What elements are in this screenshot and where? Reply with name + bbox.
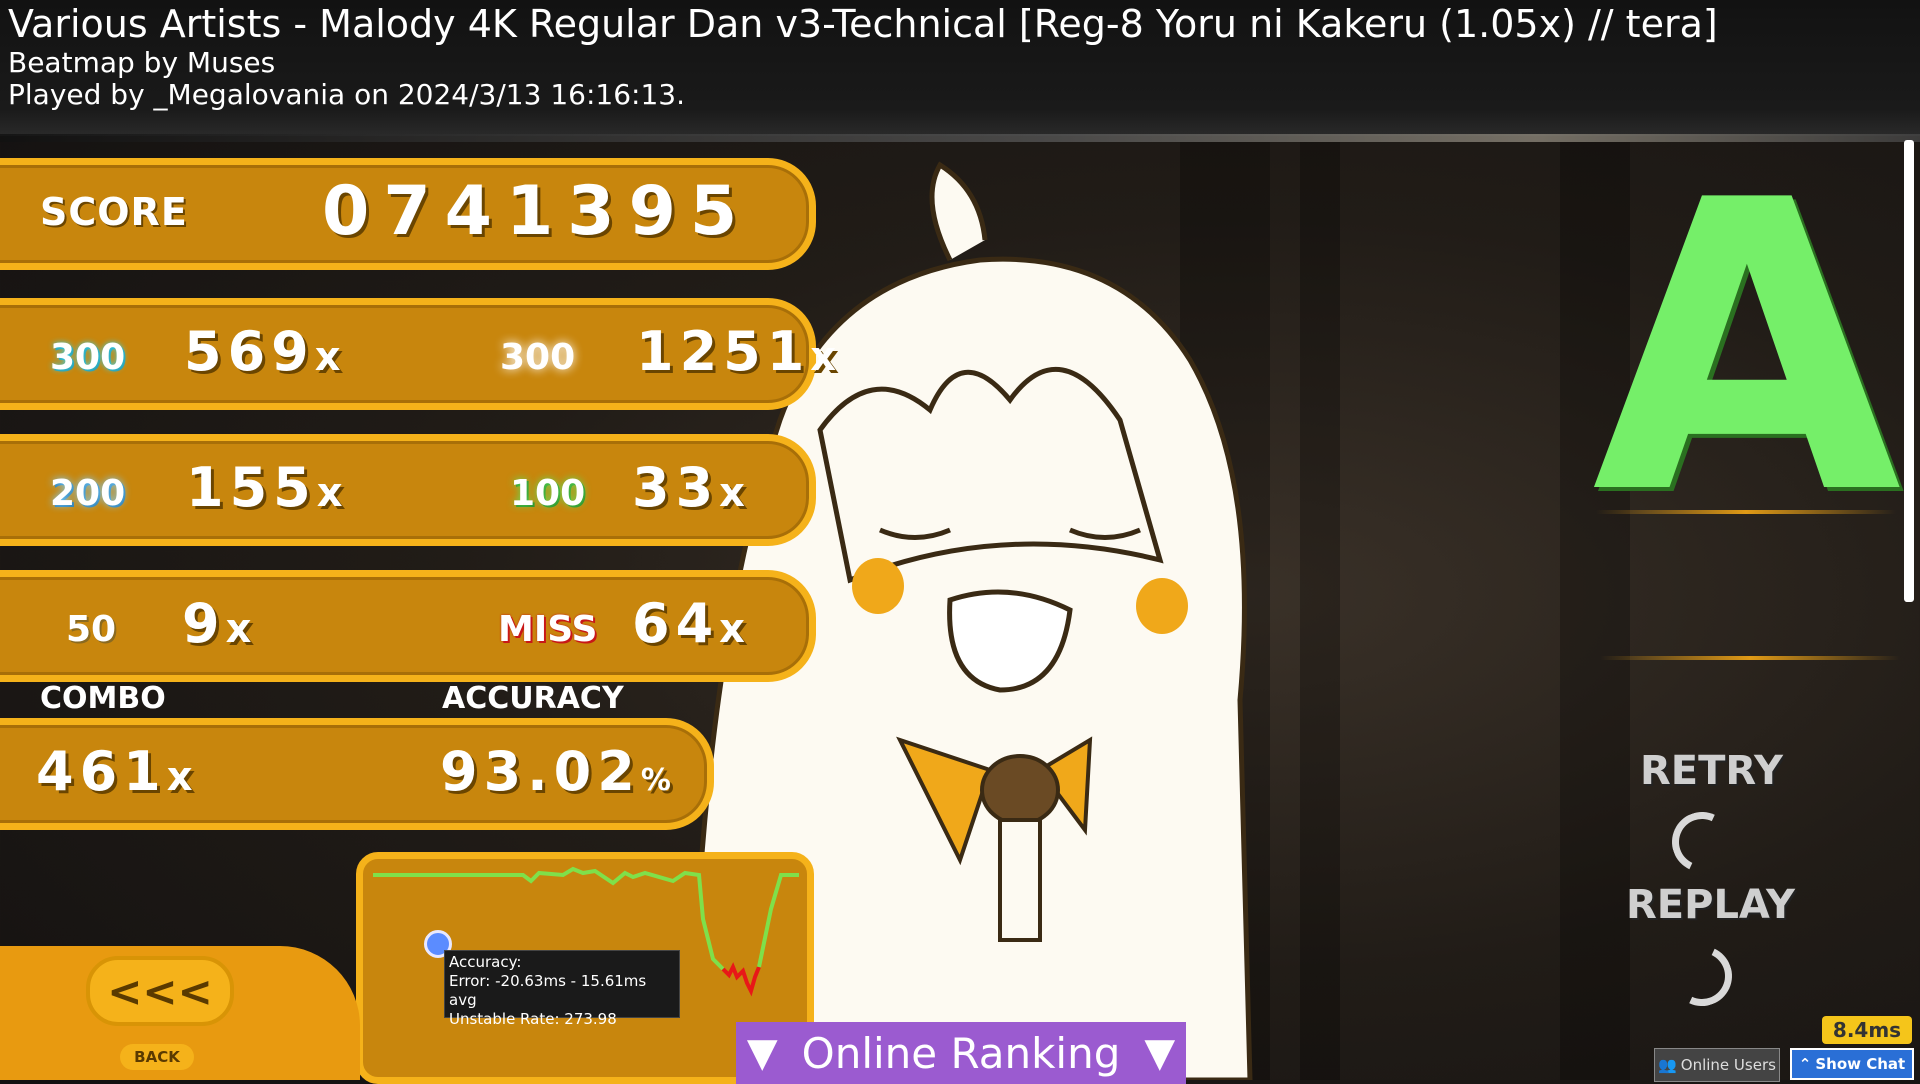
tooltip-line-accuracy: Accuracy: bbox=[449, 953, 522, 971]
times-sign: x bbox=[316, 470, 343, 516]
combo-value: 461x bbox=[36, 740, 193, 803]
hit200-icon: 200 bbox=[50, 473, 126, 514]
combo-label: COMBO bbox=[40, 681, 166, 716]
miss-icon: MISS bbox=[498, 609, 598, 650]
hit300-icon: 300 bbox=[500, 337, 576, 378]
accuracy-value: 93.02% bbox=[440, 740, 671, 803]
score-label: SCORE bbox=[40, 190, 188, 234]
grade-divider-bottom bbox=[1600, 656, 1900, 660]
accuracy-value-text: 93.02 bbox=[440, 740, 641, 803]
show-chat-label: Show Chat bbox=[1815, 1055, 1906, 1073]
back-button[interactable]: <<< bbox=[86, 956, 234, 1026]
great300-count: 1251x bbox=[636, 320, 836, 383]
tooltip-line-error: Error: -20.63ms - 15.61ms avg bbox=[449, 972, 647, 1009]
song-title: Various Artists - Malody 4K Regular Dan … bbox=[8, 2, 1718, 46]
online-ranking-label: Online Ranking bbox=[801, 1028, 1121, 1078]
percent-sign: % bbox=[640, 763, 671, 798]
online-users-label: Online Users bbox=[1680, 1056, 1776, 1074]
tooltip-line-unstable-rate: Unstable Rate: 273.98 bbox=[449, 1010, 617, 1028]
accuracy-tooltip: Accuracy: Error: -20.63ms - 15.61ms avg … bbox=[444, 950, 680, 1028]
replay-icon[interactable] bbox=[1663, 937, 1741, 1015]
good200-count: 155x bbox=[186, 456, 343, 519]
times-sign: x bbox=[719, 606, 745, 652]
beatmap-creator: Beatmap by Muses bbox=[8, 46, 276, 79]
ok100-count: 33x bbox=[632, 456, 745, 519]
grade-divider-top bbox=[1596, 510, 1896, 514]
times-sign: x bbox=[314, 334, 341, 380]
play-info: Played by _Megalovania on 2024/3/13 16:1… bbox=[8, 78, 685, 111]
back-label[interactable]: BACK bbox=[120, 1044, 194, 1070]
chevron-up-icon: ⌃ bbox=[1798, 1055, 1812, 1073]
triangle-down-icon: ▼ bbox=[1144, 1030, 1176, 1076]
background-pillar bbox=[1180, 140, 1270, 1080]
times-sign: x bbox=[225, 606, 252, 652]
show-chat-button[interactable]: ⌃ Show Chat bbox=[1790, 1048, 1914, 1080]
times-sign: x bbox=[719, 470, 745, 516]
meh50-count: 9x bbox=[182, 592, 251, 655]
score-value: 0741395 bbox=[322, 172, 752, 251]
frame-time-counter: 8.4ms bbox=[1822, 1016, 1912, 1044]
users-icon: 👥 bbox=[1658, 1056, 1677, 1074]
combo-value-text: 461 bbox=[36, 740, 167, 803]
miss-count-value: 64 bbox=[632, 592, 720, 655]
meh50-count-value: 9 bbox=[182, 592, 226, 655]
hit300-max-icon: 300 bbox=[50, 337, 126, 378]
replay-button[interactable]: REPLAY bbox=[1626, 882, 1795, 928]
hit100-icon: 100 bbox=[510, 473, 586, 514]
miss-count: 64x bbox=[632, 592, 745, 655]
good200-count-value: 155 bbox=[186, 456, 317, 519]
accuracy-label: ACCURACY bbox=[442, 681, 624, 716]
triangle-down-icon: ▼ bbox=[746, 1030, 778, 1076]
times-sign: x bbox=[810, 334, 837, 380]
scrollbar[interactable] bbox=[1904, 140, 1914, 602]
great300-count-value: 1251 bbox=[636, 320, 811, 383]
header-bar: Various Artists - Malody 4K Regular Dan … bbox=[0, 0, 1920, 136]
retry-icon[interactable] bbox=[1663, 803, 1741, 881]
hit50-icon: 50 bbox=[66, 609, 117, 650]
background-pillar bbox=[1300, 140, 1340, 1080]
times-sign: x bbox=[166, 754, 193, 800]
online-ranking-button[interactable]: ▼ Online Ranking ▼ bbox=[736, 1022, 1186, 1084]
max300-count-value: 569 bbox=[184, 320, 315, 383]
online-users-button[interactable]: 👥 Online Users bbox=[1654, 1048, 1780, 1082]
max300-count: 569x bbox=[184, 320, 341, 383]
grade-letter: A bbox=[1592, 117, 1902, 582]
ok100-count-value: 33 bbox=[632, 456, 720, 519]
retry-button[interactable]: RETRY bbox=[1640, 748, 1783, 794]
